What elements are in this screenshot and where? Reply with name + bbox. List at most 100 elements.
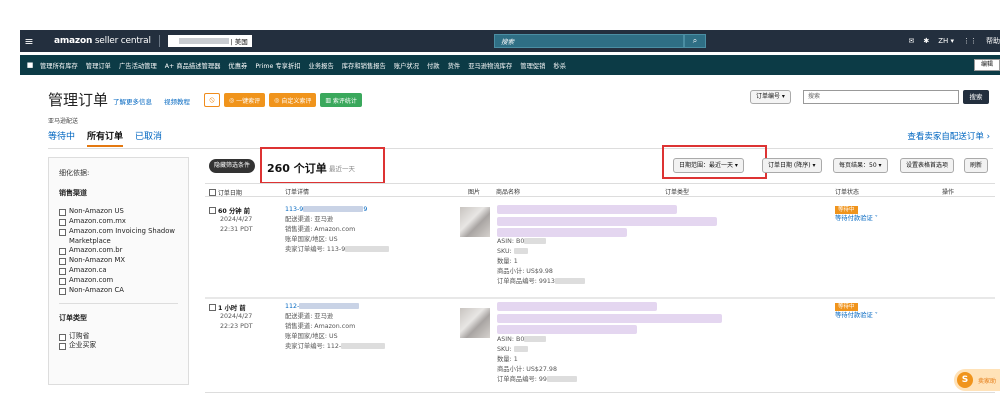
- asin: ASIN: B0: [497, 335, 547, 345]
- type-checkbox[interactable]: 订购省: [59, 332, 178, 342]
- nav-item[interactable]: 账户状况: [394, 61, 419, 70]
- nav-item[interactable]: 秒杀: [553, 61, 566, 70]
- helper-label: 卖家助: [978, 378, 997, 385]
- row-divider: [205, 392, 995, 393]
- sales-channel-title: 销售渠道: [59, 189, 87, 197]
- billing-region: 账单国家/地区: US: [285, 236, 338, 243]
- search-button[interactable]: 搜索: [963, 90, 989, 104]
- seller-order-id: 卖家订单编号: 112-: [285, 342, 386, 352]
- order-item-id: 订单商品编号: 9913: [497, 277, 585, 287]
- search-icon[interactable]: ⌕: [684, 34, 706, 48]
- nav-item[interactable]: 亚马逊物流库存: [468, 61, 512, 70]
- nav-item[interactable]: 业务报告: [309, 61, 334, 70]
- custom-review-button[interactable]: ◎ 自定义索评: [269, 93, 317, 107]
- order-count: 260 个订单: [267, 162, 327, 175]
- nav-item[interactable]: 广告活动管理: [119, 61, 157, 70]
- search-type-select[interactable]: 订单编号 ▾: [750, 90, 791, 104]
- helper-icon: S: [957, 372, 973, 388]
- table-settings-button[interactable]: 设置表格首选项: [900, 158, 955, 173]
- review-icon: ◎: [274, 96, 282, 104]
- nav-item[interactable]: 库存和销售报告: [342, 61, 386, 70]
- gear-icon[interactable]: ✱: [923, 37, 929, 45]
- store-selector[interactable]: | 美国: [167, 35, 252, 47]
- order-item-id: 订单商品编号: 99: [497, 375, 577, 385]
- nav-bar: ■ 管理所有库存 管理订单 广告活动管理 A+ 商品描述管理器 优惠券 Prim…: [20, 55, 1000, 75]
- row-checkbox[interactable]: [209, 207, 216, 214]
- order-id-link[interactable]: 112-: [285, 302, 360, 312]
- item-subtotal: 商品小计: US$27.98: [497, 366, 557, 373]
- order-tabs: 等待中 所有订单 已取消: [48, 129, 162, 147]
- logo[interactable]: amazon seller central: [54, 36, 151, 46]
- hide-filters-button[interactable]: 隐藏筛选条件: [209, 159, 256, 173]
- help-link[interactable]: 帮助: [986, 36, 1000, 46]
- grid-icon[interactable]: ⋮⋮: [963, 37, 977, 45]
- order-id-link[interactable]: 113-9 9: [285, 205, 367, 215]
- quantity: 数量: 1: [497, 356, 518, 363]
- nav-item[interactable]: 管理订单: [86, 61, 111, 70]
- learn-more-link[interactable]: 了解更多信息: [113, 96, 152, 106]
- nav-item[interactable]: 货件: [448, 61, 461, 70]
- filter-heading: 细化依据:: [59, 169, 90, 177]
- quantity: 数量: 1: [497, 258, 518, 265]
- sku: SKU:: [497, 247, 528, 257]
- refresh-button[interactable]: 刷新: [964, 158, 989, 173]
- review-buttons: ⦸ ◎ 一键索评 ◎ 自定义索评 ▥ 索评统计: [204, 93, 362, 107]
- order-count-period: 最近一天: [329, 165, 355, 173]
- channel-checkbox[interactable]: Non-Amazon MX: [59, 256, 178, 266]
- language-selector[interactable]: ZH ▾: [938, 37, 954, 45]
- filter-sidebar: 细化依据: 销售渠道 Non-Amazon US Amazon.com.mx A…: [48, 157, 189, 385]
- select-all-checkbox[interactable]: 订单日期: [209, 187, 242, 197]
- nav-item[interactable]: Prime 专享折扣: [255, 61, 300, 70]
- column-header: 图片: [468, 189, 481, 196]
- sort-select[interactable]: 订单日期 (降序) ▾: [762, 158, 822, 173]
- bookmark-icon[interactable]: ■: [20, 61, 40, 69]
- type-checkbox[interactable]: 企业买家: [59, 341, 178, 351]
- channel-checkbox[interactable]: Non-Amazon US: [59, 207, 178, 217]
- seller-order-id: 卖家订单编号: 113-9: [285, 245, 390, 255]
- channel-checkbox[interactable]: Amazon.com.br: [59, 246, 178, 256]
- review-stats-button[interactable]: ▥ 索评统计: [320, 93, 362, 107]
- nav-item[interactable]: 优惠券: [228, 61, 247, 70]
- review-icon: ◎: [229, 96, 237, 104]
- block-icon[interactable]: ⦸: [204, 93, 220, 107]
- channel-checkbox[interactable]: Amazon.com: [59, 276, 178, 286]
- top-bar: ≡ amazon seller central | 美国 搜索 ⌕ ✉ ✱ ZH…: [20, 30, 1000, 52]
- row-checkbox[interactable]: [209, 304, 216, 311]
- column-header: 订单类型: [665, 189, 690, 196]
- tab-pending[interactable]: 等待中: [48, 129, 75, 147]
- date-range-select[interactable]: 日期范围：最近一天 ▾: [673, 158, 744, 173]
- channel-checkbox[interactable]: Amazon.com Invoicing Shadow Marketplace: [59, 227, 178, 247]
- view-mfn-orders-link[interactable]: 查看卖家自配送订单 ›: [907, 130, 990, 142]
- column-header: 商品名称: [496, 189, 521, 196]
- nav-item[interactable]: 付款: [427, 61, 440, 70]
- product-image[interactable]: [460, 207, 490, 237]
- channel-checkbox[interactable]: Non-Amazon CA: [59, 286, 178, 296]
- sales-channel: 销售渠道: Amazon.com: [285, 323, 356, 330]
- channel-checkbox[interactable]: Amazon.ca: [59, 266, 178, 276]
- chart-icon: ▥: [325, 96, 333, 104]
- tab-all-orders[interactable]: 所有订单: [87, 129, 124, 147]
- top-icons: ✉ ✱ ZH ▾ ⋮⋮ 帮助: [908, 30, 1000, 52]
- tab-cancelled[interactable]: 已取消: [135, 129, 162, 147]
- store-region: | 美国: [230, 38, 248, 46]
- top-search-input[interactable]: 搜索: [494, 34, 684, 48]
- mail-icon[interactable]: ✉: [908, 37, 914, 45]
- order-search-input[interactable]: 搜索: [803, 90, 959, 104]
- product-image[interactable]: [460, 308, 490, 338]
- channel-checkbox[interactable]: Amazon.com.mx: [59, 217, 178, 227]
- nav-item[interactable]: A+ 商品描述管理器: [165, 61, 221, 70]
- page-title: 管理订单: [48, 91, 109, 109]
- store-name-blurred: [178, 38, 229, 44]
- item-subtotal: 商品小计: US$9.98: [497, 268, 553, 275]
- edit-nav-button[interactable]: 编辑: [973, 59, 1000, 71]
- nav-item[interactable]: 管理促销: [520, 61, 545, 70]
- menu-icon[interactable]: ≡: [20, 35, 38, 48]
- per-page-select[interactable]: 每页结果：50 ▾: [833, 158, 888, 173]
- fulfillment-channel: 配送渠道: 亚马逊: [285, 313, 334, 320]
- nav-item[interactable]: 管理所有库存: [40, 61, 78, 70]
- video-tutorial-link[interactable]: 视频教程: [164, 96, 190, 106]
- status-detail-link[interactable]: 等待付款验证 ˅: [835, 311, 878, 321]
- one-click-review-button[interactable]: ◎ 一键索评: [224, 93, 266, 107]
- seller-helper-widget[interactable]: S 卖家助: [954, 369, 1000, 391]
- status-detail-link[interactable]: 等待付款验证 ˅: [835, 214, 878, 224]
